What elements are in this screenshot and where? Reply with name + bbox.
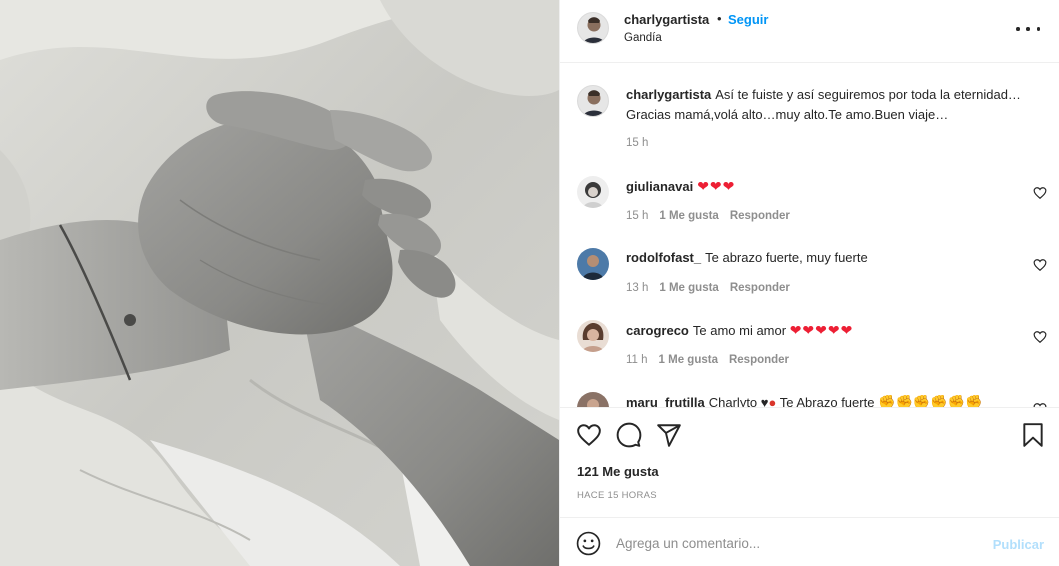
comment-time[interactable]: 15 h — [626, 210, 648, 222]
comment-item: rodolfofast_ Te abrazo fuerte, muy fuerte… — [560, 248, 1059, 308]
comments-list[interactable]: charlygartista Así te fuiste y así seguir… — [560, 64, 1059, 407]
caption-text-block: charlygartista Así te fuiste y así seguir… — [626, 85, 1046, 125]
caption-author-avatar[interactable] — [577, 85, 609, 117]
comment-likes[interactable]: 1 Me gusta — [659, 354, 718, 366]
post-image-hands — [0, 0, 559, 566]
comment-item: giulianavai ❤❤❤ 15 h 1 Me gusta Responder — [560, 176, 1059, 236]
post-date[interactable]: HACE 15 HORAS — [577, 490, 657, 501]
comment-username[interactable]: carogreco — [626, 323, 689, 338]
comment-extra-text: Te Abrazo fuerte — [779, 395, 875, 407]
reply-button[interactable]: Responder — [729, 354, 789, 366]
author-username[interactable]: charlygartista — [624, 12, 709, 27]
more-options-icon[interactable] — [1016, 19, 1040, 39]
comment-text: Te abrazo fuerte, muy fuerte — [705, 250, 868, 265]
comment-line: carogreco Te amo mi amor ❤❤❤❤❤ — [626, 322, 853, 339]
heart-strawberry-emoji: ♥ — [760, 395, 769, 407]
comment-text: Te amo mi amor — [692, 323, 787, 338]
caption-time[interactable]: 15 h — [626, 137, 648, 149]
add-comment-bar: Publicar — [560, 517, 1059, 566]
caption-username[interactable]: charlygartista — [626, 87, 711, 102]
comment-input[interactable] — [616, 530, 986, 556]
header-separator: • — [717, 11, 722, 26]
comment-likes[interactable]: 1 Me gusta — [659, 282, 718, 294]
comment-likes[interactable]: 1 Me gusta — [659, 210, 718, 222]
commenter-avatar[interactable] — [577, 392, 609, 407]
comment-like-heart-icon[interactable] — [1033, 330, 1047, 344]
red-hearts-emoji: ❤❤❤ — [697, 178, 736, 194]
author-avatar[interactable] — [577, 12, 609, 44]
comment-time[interactable]: 11 h — [626, 354, 648, 366]
comment-line: giulianavai ❤❤❤ — [626, 178, 735, 195]
post-actions: 121 Me gusta HACE 15 HORAS — [560, 407, 1059, 517]
post-location[interactable]: Gandía — [624, 32, 662, 44]
comment-time[interactable]: 13 h — [626, 282, 648, 294]
comment-item: carogreco Te amo mi amor ❤❤❤❤❤ 11 h 1 Me g… — [560, 320, 1059, 380]
comment-meta: 15 h 1 Me gusta Responder — [626, 210, 801, 222]
fist-bump-emoji: ✊✊✊✊✊✊ — [878, 394, 983, 407]
comment-icon[interactable] — [616, 422, 642, 448]
post-side-panel: charlygartista • Seguir Gandía charlygar… — [559, 0, 1059, 566]
heart-icon[interactable] — [576, 422, 602, 448]
comment-line: maru_frutilla Charlyto ♥● Te Abrazo fuert… — [626, 394, 983, 407]
red-hearts-emoji: ❤❤❤❤❤ — [789, 322, 854, 338]
bookmark-icon[interactable] — [1020, 422, 1046, 448]
commenter-avatar[interactable] — [577, 320, 609, 352]
publish-button[interactable]: Publicar — [993, 537, 1044, 552]
comment-text: Charlyto — [708, 395, 758, 407]
comment-username[interactable]: maru_frutilla — [626, 395, 705, 407]
commenter-avatar[interactable] — [577, 176, 609, 208]
reply-button[interactable]: Responder — [730, 210, 790, 222]
comment-meta: 13 h 1 Me gusta Responder — [626, 282, 801, 294]
post-header: charlygartista • Seguir Gandía — [560, 0, 1059, 63]
comment-line: rodolfofast_ Te abrazo fuerte, muy fuerte — [626, 250, 868, 265]
strawberry-emoji: ● — [768, 395, 777, 407]
comment-like-heart-icon[interactable] — [1033, 258, 1047, 272]
comment-like-heart-icon[interactable] — [1033, 186, 1047, 200]
comment-username[interactable]: giulianavai — [626, 179, 693, 194]
emoji-icon[interactable] — [576, 531, 601, 556]
comment-meta: 11 h 1 Me gusta Responder — [626, 354, 800, 366]
commenter-avatar[interactable] — [577, 248, 609, 280]
comment-username[interactable]: rodolfofast_ — [626, 250, 701, 265]
follow-button[interactable]: Seguir — [728, 12, 768, 27]
post-photo[interactable] — [0, 0, 559, 566]
share-icon[interactable] — [656, 422, 682, 448]
likes-count[interactable]: 121 Me gusta — [577, 464, 659, 479]
comment-item: maru_frutilla Charlyto ♥● Te Abrazo fuert… — [560, 392, 1059, 407]
reply-button[interactable]: Responder — [730, 282, 790, 294]
